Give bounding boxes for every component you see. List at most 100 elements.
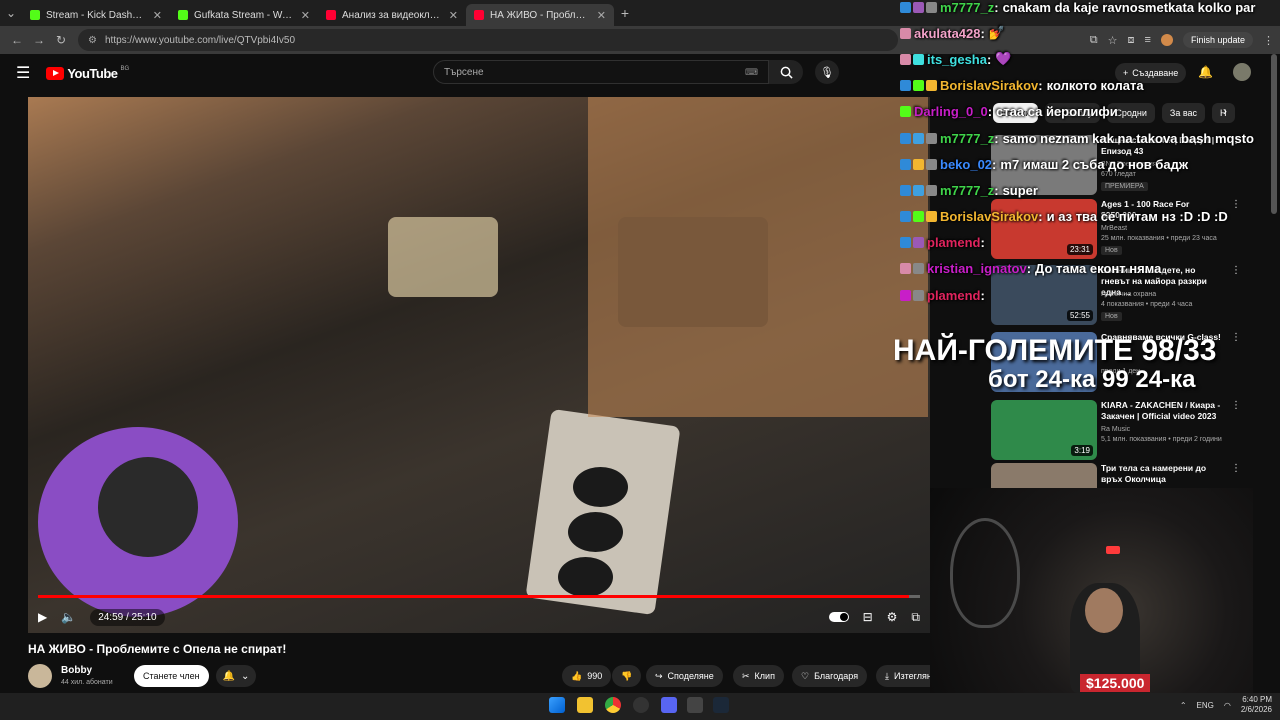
clock[interactable]: 6:40 PM 2/6/2026	[1241, 695, 1272, 715]
channel-name[interactable]: Bobby	[61, 665, 92, 676]
chat-badges	[900, 289, 924, 301]
chat-username: plamend	[927, 235, 981, 251]
tab-strip: Stream - Kick Dashboard ✕ Gufkata Stream -…	[22, 0, 614, 26]
thanks-heart-icon: ♡	[801, 670, 810, 681]
chat-badge-icon	[926, 211, 937, 223]
chat-username: BorislavSirakov	[940, 209, 1039, 225]
chat-badges	[900, 27, 911, 39]
play-icon[interactable]: ▶	[38, 610, 47, 624]
chat-badge-icon	[900, 53, 911, 65]
like-button[interactable]: 👍 990	[562, 665, 612, 687]
system-tray: ⌃ ENG ◠ 6:40 PM 2/6/2026	[1180, 695, 1272, 715]
file-explorer-icon[interactable]	[577, 697, 593, 713]
chat-username: plamend	[927, 287, 981, 303]
wifi-icon[interactable]: ◠	[1224, 701, 1231, 710]
voice-search-mic-icon[interactable]: 🎙	[815, 60, 839, 84]
join-button[interactable]: Станете член	[134, 665, 209, 687]
chat-badge-icon	[900, 211, 911, 223]
app-icon[interactable]	[687, 697, 703, 713]
video-title: НА ЖИВО - Проблемите с Опела не спират!	[28, 642, 287, 656]
cylinder-2-graphic	[568, 512, 623, 552]
input-language[interactable]: ENG	[1197, 701, 1214, 710]
recommendation-more-icon[interactable]: ⋮	[1231, 400, 1241, 411]
keyboard-icon[interactable]: ⌨	[745, 67, 758, 78]
discord-icon[interactable]	[661, 697, 677, 713]
tab-close-icon[interactable]: ✕	[597, 9, 606, 22]
new-tab-button[interactable]: +	[614, 5, 636, 21]
thanks-button[interactable]: ♡ Благодаря	[792, 665, 868, 687]
download-icon: ⤓	[885, 670, 889, 681]
video-progress-bar[interactable]	[38, 595, 920, 598]
thumbs-up-icon: 👍	[571, 670, 583, 681]
tab-close-icon[interactable]: ✕	[153, 9, 162, 22]
recommendation-thumbnail[interactable]: 3:19	[991, 400, 1097, 460]
chrome-icon[interactable]	[605, 697, 621, 713]
browser-tab[interactable]: Gufkata Stream - Watch Live o ✕	[170, 4, 318, 26]
chat-username: akulata428	[914, 25, 981, 41]
tab-close-icon[interactable]: ✕	[449, 9, 458, 22]
video-player[interactable]: ▶ 🔈 24:59 / 25:10 ⊟ ⚙ ⧉	[28, 97, 930, 633]
chat-badges	[900, 237, 924, 249]
tab-favicon-icon	[178, 10, 188, 20]
thanks-label: Благодаря	[814, 671, 859, 681]
browser-tab[interactable]: Анализ за видеоклипа - YouTu ✕	[318, 4, 466, 26]
like-count: 990	[587, 671, 603, 681]
hamburger-menu-icon[interactable]: ☰	[16, 63, 30, 83]
chat-badges	[900, 53, 924, 65]
reservoir-graphic	[388, 217, 498, 297]
site-info-icon[interactable]: ⚙	[88, 35, 97, 46]
chat-badge-icon	[900, 1, 911, 13]
chat-text: samo neznam kak na takova bash mqsto	[1002, 130, 1254, 146]
recommendation-duration: 3:19	[1071, 445, 1093, 456]
search-input[interactable]: Търсене ⌨	[433, 60, 769, 84]
overlay-subline: бот 24-ка 99 24-ка	[988, 366, 1196, 393]
windows-start-icon[interactable]	[549, 697, 565, 713]
tab-search-icon[interactable]: ⌄	[0, 6, 22, 20]
clip-button[interactable]: ✂ Клип	[733, 665, 784, 687]
autoplay-toggle[interactable]	[828, 612, 849, 622]
reload-icon[interactable]: ↻	[50, 33, 72, 47]
chat-badges	[900, 158, 937, 170]
chat-separator: :	[1038, 209, 1043, 225]
browser-tab[interactable]: Stream - Kick Dashboard ✕	[22, 4, 170, 26]
miniplayer-icon[interactable]: ⧉	[911, 610, 920, 625]
cylinder-3-graphic	[558, 557, 613, 597]
chat-message: m7777_z : super	[900, 177, 1280, 203]
chat-badges	[900, 132, 937, 144]
share-button[interactable]: ↪ Споделяне	[646, 665, 723, 687]
steam-icon[interactable]	[713, 697, 729, 713]
url-field[interactable]: ⚙ https://www.youtube.com/live/QTVpbi4Iv…	[78, 29, 898, 51]
tab-title: Анализ за видеоклипа - YouTu	[342, 9, 443, 21]
chat-badge-icon	[913, 184, 924, 196]
cylinder-1-graphic	[573, 467, 628, 507]
youtube-logo[interactable]: YouTube BG	[46, 66, 129, 81]
forward-icon[interactable]: →	[28, 33, 50, 47]
subscription-bell-button[interactable]: 🔔 ⌄	[216, 665, 256, 687]
chat-text: колкото колата	[1046, 78, 1144, 94]
egg-chair-graphic	[950, 518, 1020, 628]
thumbs-down-icon: 👎	[621, 670, 633, 681]
chat-separator: :	[987, 104, 993, 120]
recommendation-more-icon[interactable]: ⋮	[1231, 463, 1241, 474]
back-icon[interactable]: ←	[6, 33, 28, 47]
dislike-button[interactable]: 👎	[612, 665, 642, 687]
search-button[interactable]	[769, 60, 803, 84]
share-label: Споделяне	[667, 671, 714, 681]
subtitles-icon[interactable]: ⊟	[863, 610, 873, 624]
obs-icon[interactable]	[633, 697, 649, 713]
chat-separator: :	[980, 25, 985, 41]
chat-badge-icon	[913, 263, 924, 275]
browser-tab[interactable]: НА ЖИВО - Проблемите с Опе ✕	[466, 4, 614, 26]
recommendation-more-icon[interactable]: ⋮	[1231, 332, 1241, 343]
chat-text: 💅	[988, 25, 1006, 41]
settings-gear-icon[interactable]: ⚙	[887, 610, 898, 624]
volume-icon[interactable]: 🔈	[61, 610, 76, 624]
chat-separator: :	[1038, 78, 1043, 94]
channel-avatar[interactable]	[28, 664, 52, 688]
tray-chevron-icon[interactable]: ⌃	[1180, 701, 1187, 710]
tab-close-icon[interactable]: ✕	[301, 9, 310, 22]
chat-badge-icon	[900, 184, 911, 196]
recommendation-channel: Ra Music	[1101, 426, 1131, 433]
time-display: 24:59 / 25:10	[90, 608, 165, 626]
chat-message: m7777_z : cnakam da kaje ravnosmetkata ko…	[900, 0, 1280, 20]
